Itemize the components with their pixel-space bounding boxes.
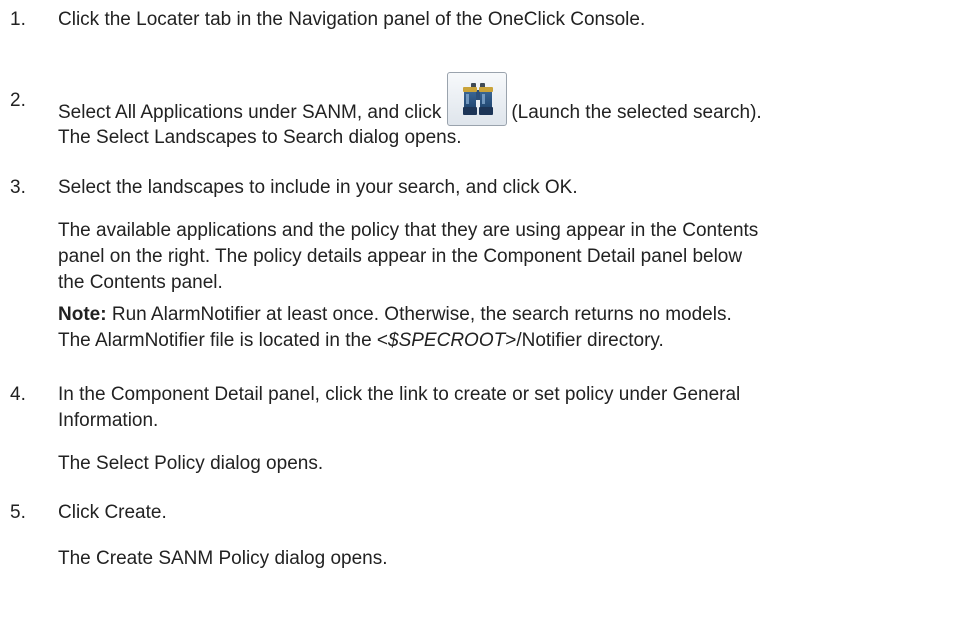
note-text: Run AlarmNotifier at least once. Otherwi… (111, 304, 732, 325)
result-line: the Contents panel. (58, 272, 223, 293)
result-line: The available applications and the polic… (58, 220, 759, 241)
step-text: Select the landscapes to include in your… (58, 177, 578, 198)
step-text-after-icon: (Launch the selected search). (511, 102, 762, 123)
step-result: The Select Landscapes to Search dialog o… (58, 127, 462, 148)
step-result: The available applications and the polic… (58, 218, 938, 296)
result-line: panel on the right. The policy details a… (58, 246, 743, 267)
note: Note: Run AlarmNotifier at least once. O… (58, 302, 938, 354)
step-result: The Select Policy dialog opens. (58, 453, 324, 474)
binoculars-icon (463, 83, 494, 115)
step-number: 5. (10, 502, 26, 523)
step-number: 4. (10, 384, 26, 405)
step-text: In the Component Detail panel, click the… (58, 382, 938, 434)
step-text-line: Information. (58, 410, 159, 431)
step-text-before-icon: Select All Applications under SANM, and … (58, 102, 442, 123)
launch-search-button-image (447, 72, 508, 126)
step-text-line: In the Component Detail panel, click the… (58, 384, 741, 405)
step-result: The Create SANM Policy dialog opens. (58, 548, 388, 569)
note-text: The AlarmNotifier file is located in the… (58, 330, 389, 351)
step-text: Click Create. (58, 502, 167, 523)
note-text: >/Notifier directory. (505, 330, 664, 351)
note-line-1: Note: Run AlarmNotifier at least once. O… (58, 302, 938, 328)
step-number: 2. (10, 90, 26, 111)
step-number: 1. (10, 9, 26, 30)
note-line-2: The AlarmNotifier file is located in the… (58, 328, 938, 354)
step-text: Click the Locater tab in the Navigation … (58, 9, 646, 30)
procedure-steps: 1. Click the Locater tab in the Navigati… (0, 0, 961, 643)
specroot-variable: $SPECROOT (388, 330, 506, 351)
note-label: Note: (58, 304, 107, 325)
step-number: 3. (10, 177, 26, 198)
